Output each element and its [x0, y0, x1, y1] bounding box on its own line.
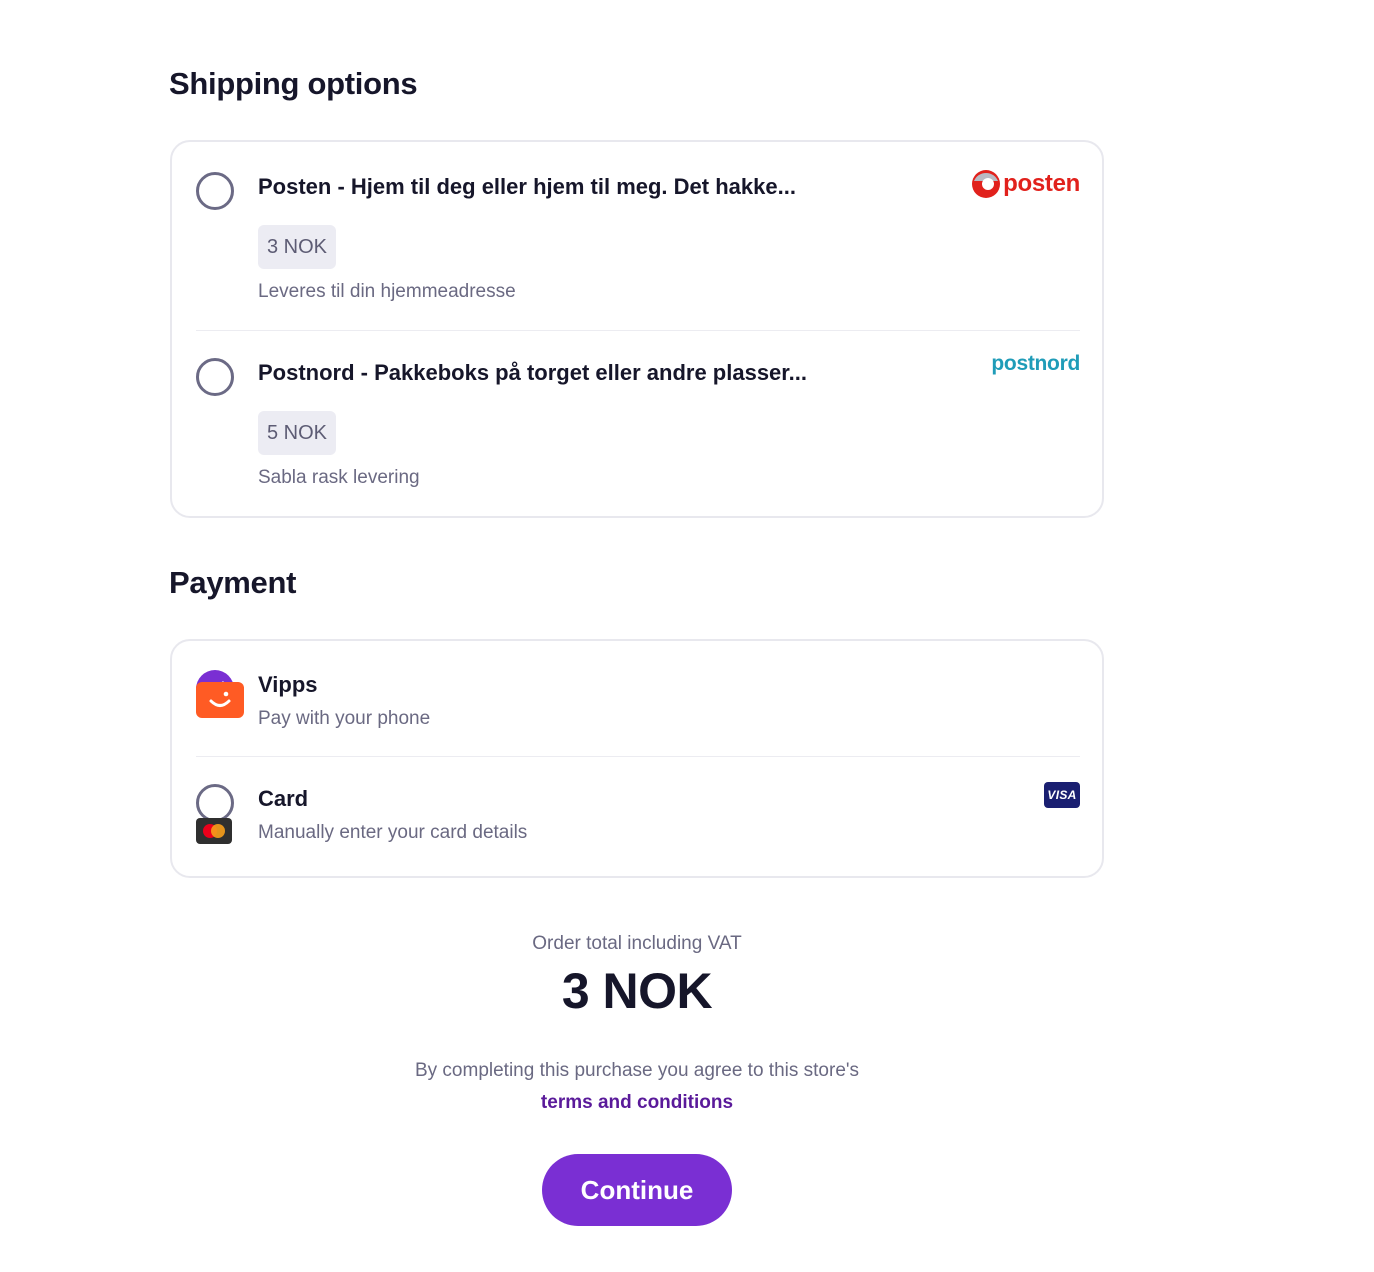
terms-agreement-text: By completing this purchase you agree to… [414, 1060, 860, 1081]
payment-option-description: Pay with your phone [258, 708, 431, 729]
payment-option-vipps[interactable]: Vipps Pay with your phone [196, 670, 1080, 750]
mastercard-logo [196, 818, 232, 844]
shipping-option-postnord[interactable]: Postnord - Pakkeboks på torget eller and… [196, 352, 1080, 498]
postnord-logo-text: postnord [991, 352, 1080, 375]
payment-option-description: Manually enter your card details [258, 822, 528, 843]
shipping-option-description: Leveres til din hjemmeadresse [258, 281, 516, 302]
shipping-option-description: Sabla rask levering [258, 467, 420, 488]
shipping-option-posten[interactable]: Posten - Hjem til deg eller hjem til meg… [196, 169, 1080, 342]
vipps-logo [196, 682, 244, 718]
payment-radio-card[interactable] [196, 784, 234, 822]
shipping-option-title: Postnord - Pakkeboks på torget eller and… [258, 360, 807, 385]
shipping-divider [196, 330, 1080, 331]
payment-option-title: Card [258, 786, 309, 811]
payment-options-card: Vipps Pay with your phone Card Manually … [170, 639, 1104, 878]
terms-and-conditions-link[interactable]: terms and conditions [541, 1092, 733, 1113]
mastercard-orange-circle [211, 824, 225, 838]
postnord-logo: postnord [991, 352, 1080, 376]
vipps-smile-icon [209, 691, 231, 707]
order-total-label: Order total including VAT [532, 933, 742, 954]
continue-button[interactable]: Continue [542, 1154, 732, 1226]
payment-option-card[interactable]: Card Manually enter your card details VI… [196, 782, 1080, 864]
terms-link-row: terms and conditions [0, 1092, 1274, 1114]
payment-divider [196, 756, 1080, 757]
visa-logo: VISA [1044, 782, 1080, 808]
order-total-value: 3 NOK [561, 963, 713, 1019]
payment-section-title: Payment [169, 565, 297, 600]
shipping-options-card: Posten - Hjem til deg eller hjem til meg… [170, 140, 1104, 518]
shipping-section-title: Shipping options [169, 66, 418, 101]
shipping-price-badge: 5 NOK [258, 411, 337, 455]
posten-mark-icon [972, 170, 1001, 198]
shipping-radio-postnord[interactable] [196, 358, 234, 396]
posten-logo-text: posten [1003, 170, 1080, 197]
shipping-price-badge: 3 NOK [258, 225, 337, 269]
shipping-radio-posten[interactable] [196, 172, 234, 210]
posten-logo: posten [971, 169, 1080, 199]
shipping-option-title: Posten - Hjem til deg eller hjem til meg… [258, 174, 796, 199]
payment-option-title: Vipps [258, 672, 318, 697]
